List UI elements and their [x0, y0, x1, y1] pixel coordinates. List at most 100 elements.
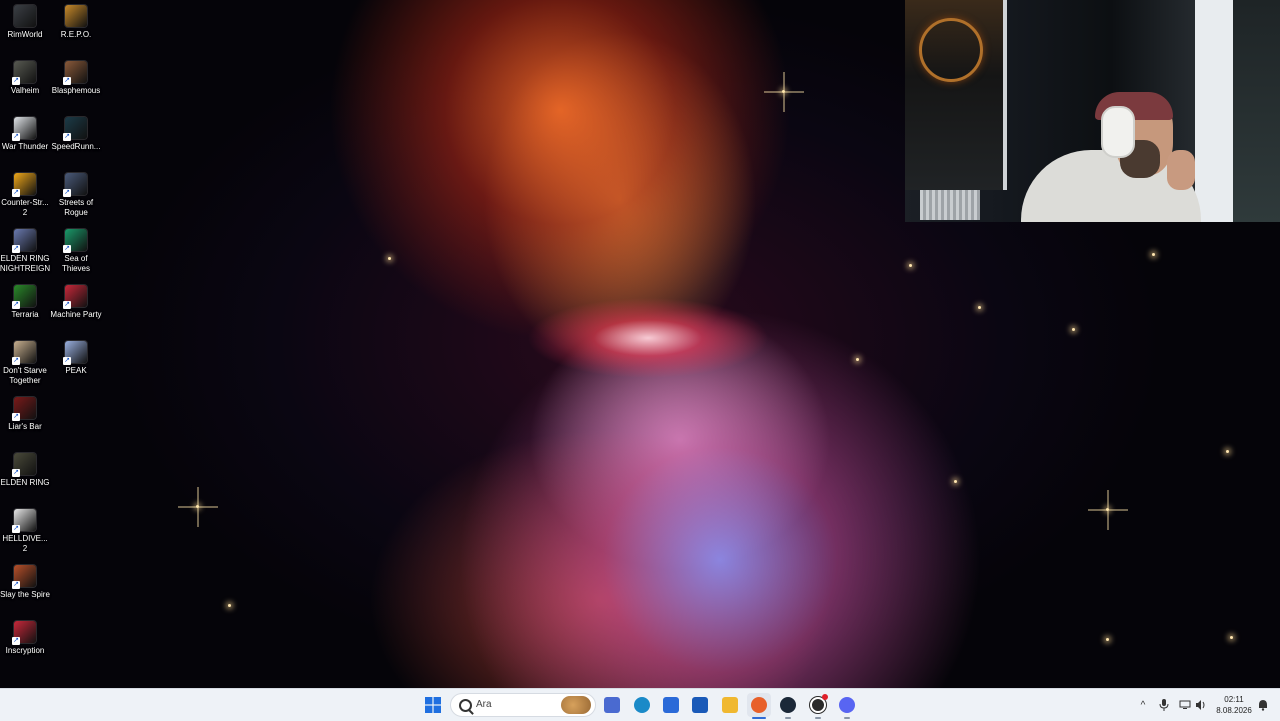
- firefox-icon: [751, 697, 767, 713]
- file-explorer-button[interactable]: [718, 693, 742, 717]
- desktop-shortcut-label: HELLDIVE... 2: [2, 534, 48, 553]
- volume-icon[interactable]: [1194, 698, 1208, 712]
- desktop-shortcut-blasphemous[interactable]: ↗ Blasphemous: [50, 61, 102, 96]
- desktop-shortcut-label: R.E.P.O.: [60, 30, 92, 39]
- streets-of-rogue-icon: ↗: [63, 173, 87, 197]
- desktop-shortcut-label: SpeedRunn...: [51, 142, 101, 151]
- repo-icon: [65, 5, 87, 27]
- shortcut-arrow-icon: ↗: [63, 77, 71, 85]
- desktop-shortcut-machine-party[interactable]: ↗ Machine Party: [50, 285, 102, 320]
- wallpaper-star: [1072, 328, 1075, 331]
- steam-icon: [780, 697, 796, 713]
- windows-logo-icon: [425, 697, 441, 713]
- search-icon: [459, 699, 472, 712]
- desktop-shortcut-slay-the-spire[interactable]: ↗ Slay the Spire: [0, 565, 51, 600]
- shortcut-arrow-icon: ↗: [63, 301, 71, 309]
- desktop-shortcut-streets-of-rogue[interactable]: ↗ Streets of Rogue: [50, 173, 102, 218]
- desktop-shortcut-liars-bar[interactable]: ↗ Liar's Bar: [0, 397, 51, 432]
- edge-button[interactable]: [630, 693, 654, 717]
- desktop-shortcut-label: Sea of Thieves: [61, 254, 90, 273]
- desktop-shortcut-war-thunder[interactable]: ↗ War Thunder: [0, 117, 51, 152]
- clock[interactable]: 02:11 8.08.2026: [1214, 694, 1254, 716]
- taskbar-search[interactable]: Ara: [450, 693, 596, 717]
- radiator: [920, 190, 980, 220]
- taskbar: Ara ^ 02:11 8.08.2026: [0, 688, 1280, 721]
- desktop-shortcut-label: PEAK: [65, 366, 87, 375]
- widgets-icon: [604, 697, 620, 713]
- widgets-button[interactable]: [600, 693, 624, 717]
- steam-button[interactable]: [776, 693, 800, 719]
- desktop-shortcut-dont-starve-together[interactable]: ↗ Don't Starve Together: [0, 341, 51, 386]
- microsoft-store-icon: [663, 697, 679, 713]
- desktop-shortcut-label: Machine Party: [50, 310, 102, 319]
- desktop-shortcut-label: Liar's Bar: [8, 422, 42, 431]
- firefox-button[interactable]: [747, 693, 771, 719]
- shortcut-arrow-icon: ↗: [12, 357, 20, 365]
- desktop-shortcut-peak[interactable]: ↗ PEAK: [50, 341, 102, 376]
- liars-bar-icon: ↗: [12, 397, 36, 421]
- slay-the-spire-icon: ↗: [12, 565, 36, 589]
- poster-sun-emblem: [919, 18, 983, 82]
- shortcut-arrow-icon: ↗: [12, 245, 20, 253]
- door-frame: [1195, 0, 1233, 222]
- counter-strike-icon: ↗: [12, 173, 36, 197]
- start-button[interactable]: [421, 693, 445, 717]
- desktop-shortcut-repo[interactable]: R.E.P.O.: [50, 5, 102, 40]
- desktop-shortcut-label: Terraria: [11, 310, 39, 319]
- dont-starve-together-icon: ↗: [12, 341, 36, 365]
- sea-of-thieves-icon: ↗: [63, 229, 87, 253]
- wall-poster: [905, 0, 1007, 190]
- elden-ring-nightreign-icon: ↗: [12, 229, 36, 253]
- wallpaper-star: [954, 480, 957, 483]
- chevron-up-icon[interactable]: ^: [1136, 698, 1150, 712]
- wallpaper-star: [1226, 450, 1229, 453]
- desktop-shortcut-label: Inscryption: [5, 646, 45, 655]
- desktop-shortcut-inscryption[interactable]: ↗ Inscryption: [0, 621, 51, 656]
- desktop-shortcut-counter-strike[interactable]: ↗ Counter-Str... 2: [0, 173, 51, 218]
- network-icon[interactable]: [1178, 698, 1192, 712]
- shortcut-arrow-icon: ↗: [12, 413, 20, 421]
- clock-time: 02:11: [1224, 695, 1244, 704]
- edge-icon: [634, 697, 650, 713]
- desktop-shortcut-valheim[interactable]: ↗ Valheim: [0, 61, 51, 96]
- shortcut-arrow-icon: ↗: [12, 469, 20, 477]
- desktop-shortcut-rimworld[interactable]: RimWorld: [0, 5, 51, 40]
- war-thunder-icon: ↗: [12, 117, 36, 141]
- shortcut-arrow-icon: ↗: [12, 637, 20, 645]
- search-highlight-image: [561, 696, 591, 714]
- discord-icon: [839, 697, 855, 713]
- wallpaper-star: [978, 306, 981, 309]
- shortcut-arrow-icon: ↗: [12, 189, 20, 197]
- store-button[interactable]: [659, 693, 683, 717]
- desktop-shortcut-elden-ring-nightreign[interactable]: ↗ ELDEN RING NIGHTREIGN: [0, 229, 51, 274]
- outlook-icon: [692, 697, 708, 713]
- shortcut-arrow-icon: ↗: [63, 133, 71, 141]
- desktop-shortcut-label: Slay the Spire: [0, 590, 50, 599]
- shortcut-arrow-icon: ↗: [12, 301, 20, 309]
- microphone-icon[interactable]: [1157, 698, 1171, 712]
- desktop-shortcut-sea-of-thieves[interactable]: ↗ Sea of Thieves: [50, 229, 102, 274]
- obs-button[interactable]: [806, 693, 830, 719]
- wallpaper-star: [1152, 253, 1155, 256]
- wallpaper-star: [782, 90, 785, 93]
- wallpaper-star: [196, 505, 199, 508]
- shortcut-arrow-icon: ↗: [63, 357, 71, 365]
- notification-bell-icon[interactable]: [1256, 698, 1270, 712]
- shortcut-arrow-icon: ↗: [12, 581, 20, 589]
- desktop-shortcut-elden-ring[interactable]: ↗ ELDEN RING: [0, 453, 51, 488]
- wallpaper-star: [388, 257, 391, 260]
- desktop-shortcut-helldivers[interactable]: ↗ HELLDIVE... 2: [0, 509, 51, 554]
- desktop-shortcut-speedrunners[interactable]: ↗ SpeedRunn...: [50, 117, 102, 152]
- webcam-overlay: [905, 0, 1280, 222]
- outlook-button[interactable]: [688, 693, 712, 717]
- desktop-shortcut-terraria[interactable]: ↗ Terraria: [0, 285, 51, 320]
- discord-button[interactable]: [835, 693, 859, 719]
- wallpaper-star: [228, 604, 231, 607]
- streamer-headset: [1101, 106, 1135, 158]
- inscryption-icon: ↗: [12, 621, 36, 645]
- desktop-shortcut-label: Don't Starve Together: [3, 366, 47, 385]
- helldivers-icon: ↗: [12, 509, 36, 533]
- desktop-shortcut-label: Counter-Str... 2: [1, 198, 49, 217]
- shortcut-arrow-icon: ↗: [12, 133, 20, 141]
- desktop-shortcut-label: Valheim: [10, 86, 40, 95]
